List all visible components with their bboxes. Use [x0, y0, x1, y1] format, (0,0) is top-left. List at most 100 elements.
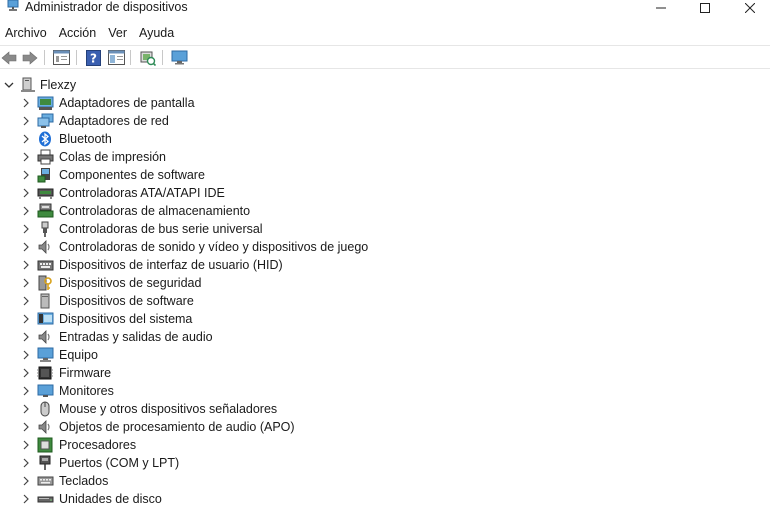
menu-archivo[interactable]: Archivo	[0, 22, 54, 44]
svg-text:?: ?	[90, 51, 97, 65]
menu-ver[interactable]: Ver	[103, 22, 134, 44]
system-device-icon	[37, 311, 54, 327]
tree-category-9[interactable]: Dispositivos de interfaz de usuario (HID…	[0, 256, 400, 274]
chevron-right-icon[interactable]	[21, 242, 31, 252]
chevron-right-icon[interactable]	[21, 206, 31, 216]
tree-category-17[interactable]: Mouse y otros dispositivos señaladores	[0, 400, 400, 418]
forward-button[interactable]	[21, 49, 39, 66]
close-button[interactable]	[727, 0, 770, 16]
tree-category-label: Equipo	[59, 348, 98, 362]
back-button[interactable]	[0, 49, 18, 66]
tree-category-22[interactable]: Unidades de disco	[0, 490, 400, 508]
forward-arrow-icon	[22, 50, 38, 65]
update-driver-button[interactable]	[170, 49, 188, 66]
properties-window-icon	[52, 50, 70, 65]
tree-category-label: Dispositivos de software	[59, 294, 194, 308]
mouse-icon	[37, 401, 54, 417]
chevron-right-icon[interactable]	[21, 314, 31, 324]
chevron-right-icon[interactable]	[21, 296, 31, 306]
chevron-right-icon[interactable]	[21, 260, 31, 270]
tree-category-label: Mouse y otros dispositivos señaladores	[59, 402, 278, 416]
properties-button[interactable]	[52, 49, 70, 66]
chevron-down-icon[interactable]	[3, 79, 15, 91]
tree-category-0[interactable]: Adaptadores de pantalla	[0, 94, 400, 112]
toolbar: ?	[0, 45, 770, 69]
processor-icon	[37, 437, 54, 453]
chevron-right-icon[interactable]	[21, 476, 31, 486]
tree-category-2[interactable]: Bluetooth	[0, 130, 400, 148]
chevron-right-icon[interactable]	[21, 116, 31, 126]
tree-root-computer[interactable]: Flexzy	[0, 76, 300, 94]
port-icon	[37, 455, 54, 471]
chevron-right-icon[interactable]	[21, 422, 31, 432]
tree-category-label: Colas de impresión	[59, 150, 166, 164]
maximize-button[interactable]	[682, 0, 728, 16]
close-icon	[745, 3, 755, 13]
chevron-right-icon[interactable]	[21, 494, 31, 504]
tree-category-16[interactable]: Monitores	[0, 382, 400, 400]
tree-category-1[interactable]: Adaptadores de red	[0, 112, 400, 130]
chevron-right-icon[interactable]	[21, 404, 31, 414]
chevron-right-icon[interactable]	[21, 350, 31, 360]
monitor-update-icon	[171, 50, 188, 65]
chevron-right-icon[interactable]	[21, 152, 31, 162]
help-button[interactable]: ?	[84, 49, 102, 66]
computer-icon	[37, 347, 54, 363]
view-toggle-button[interactable]	[107, 49, 125, 66]
menu-ayuda[interactable]: Ayuda	[134, 22, 181, 44]
tree-category-19[interactable]: Procesadores	[0, 436, 400, 454]
tree-category-label: Controladoras de sonido y vídeo y dispos…	[59, 240, 369, 254]
minimize-icon	[656, 3, 666, 13]
sound-icon	[37, 239, 54, 255]
tree-category-6[interactable]: Controladoras de almacenamiento	[0, 202, 400, 220]
usb-icon	[37, 221, 54, 237]
chevron-right-icon[interactable]	[21, 332, 31, 342]
tree-category-label: Objetos de procesamiento de audio (APO)	[59, 420, 295, 434]
tree-category-3[interactable]: Colas de impresión	[0, 148, 400, 166]
tree-category-label: Bluetooth	[59, 132, 112, 146]
tree-category-8[interactable]: Controladoras de sonido y vídeo y dispos…	[0, 238, 400, 256]
tree-category-10[interactable]: Dispositivos de seguridad	[0, 274, 400, 292]
chevron-right-icon[interactable]	[21, 278, 31, 288]
monitor-icon	[37, 383, 54, 399]
device-tree: Flexzy Adaptadores de pantalla Adaptadore…	[0, 76, 770, 531]
chevron-right-icon[interactable]	[21, 458, 31, 468]
maximize-icon	[700, 3, 710, 13]
audio-apo-icon	[37, 419, 54, 435]
chevron-right-icon[interactable]	[21, 188, 31, 198]
minimize-button[interactable]	[638, 0, 684, 16]
tree-category-18[interactable]: Objetos de procesamiento de audio (APO)	[0, 418, 400, 436]
tree-category-label: Procesadores	[59, 438, 137, 452]
tree-category-12[interactable]: Dispositivos del sistema	[0, 310, 400, 328]
disk-drive-icon	[37, 491, 54, 507]
tree-category-11[interactable]: Dispositivos de software	[0, 292, 400, 310]
tree-category-label: Monitores	[59, 384, 114, 398]
tree-category-4[interactable]: Componentes de software	[0, 166, 400, 184]
device-manager-app-icon	[7, 0, 19, 13]
chevron-right-icon[interactable]	[21, 386, 31, 396]
printer-icon	[37, 149, 54, 165]
chevron-right-icon[interactable]	[21, 134, 31, 144]
tree-category-21[interactable]: Teclados	[0, 472, 400, 490]
menu-accion[interactable]: Acción	[54, 22, 104, 44]
scan-hardware-button[interactable]	[138, 49, 156, 66]
tree-category-15[interactable]: Firmware	[0, 364, 400, 382]
title-bar: Administrador de dispositivos	[0, 0, 770, 16]
tree-category-label: Unidades de disco	[59, 492, 162, 506]
tree-category-5[interactable]: Controladoras ATA/ATAPI IDE	[0, 184, 400, 202]
tree-category-14[interactable]: Equipo	[0, 346, 400, 364]
display-adapter-icon	[37, 95, 54, 111]
chevron-right-icon[interactable]	[21, 440, 31, 450]
tree-category-label: Adaptadores de red	[59, 114, 169, 128]
tree-category-7[interactable]: Controladoras de bus serie universal	[0, 220, 400, 238]
chevron-right-icon[interactable]	[21, 170, 31, 180]
chevron-right-icon[interactable]	[21, 98, 31, 108]
chevron-right-icon[interactable]	[21, 368, 31, 378]
ide-controller-icon	[37, 185, 54, 201]
software-component-icon	[37, 167, 54, 183]
security-key-icon	[37, 275, 54, 291]
chevron-right-icon[interactable]	[21, 224, 31, 234]
tree-category-13[interactable]: Entradas y salidas de audio	[0, 328, 400, 346]
tree-category-20[interactable]: Puertos (COM y LPT)	[0, 454, 400, 472]
tree-category-label: Dispositivos del sistema	[59, 312, 193, 326]
